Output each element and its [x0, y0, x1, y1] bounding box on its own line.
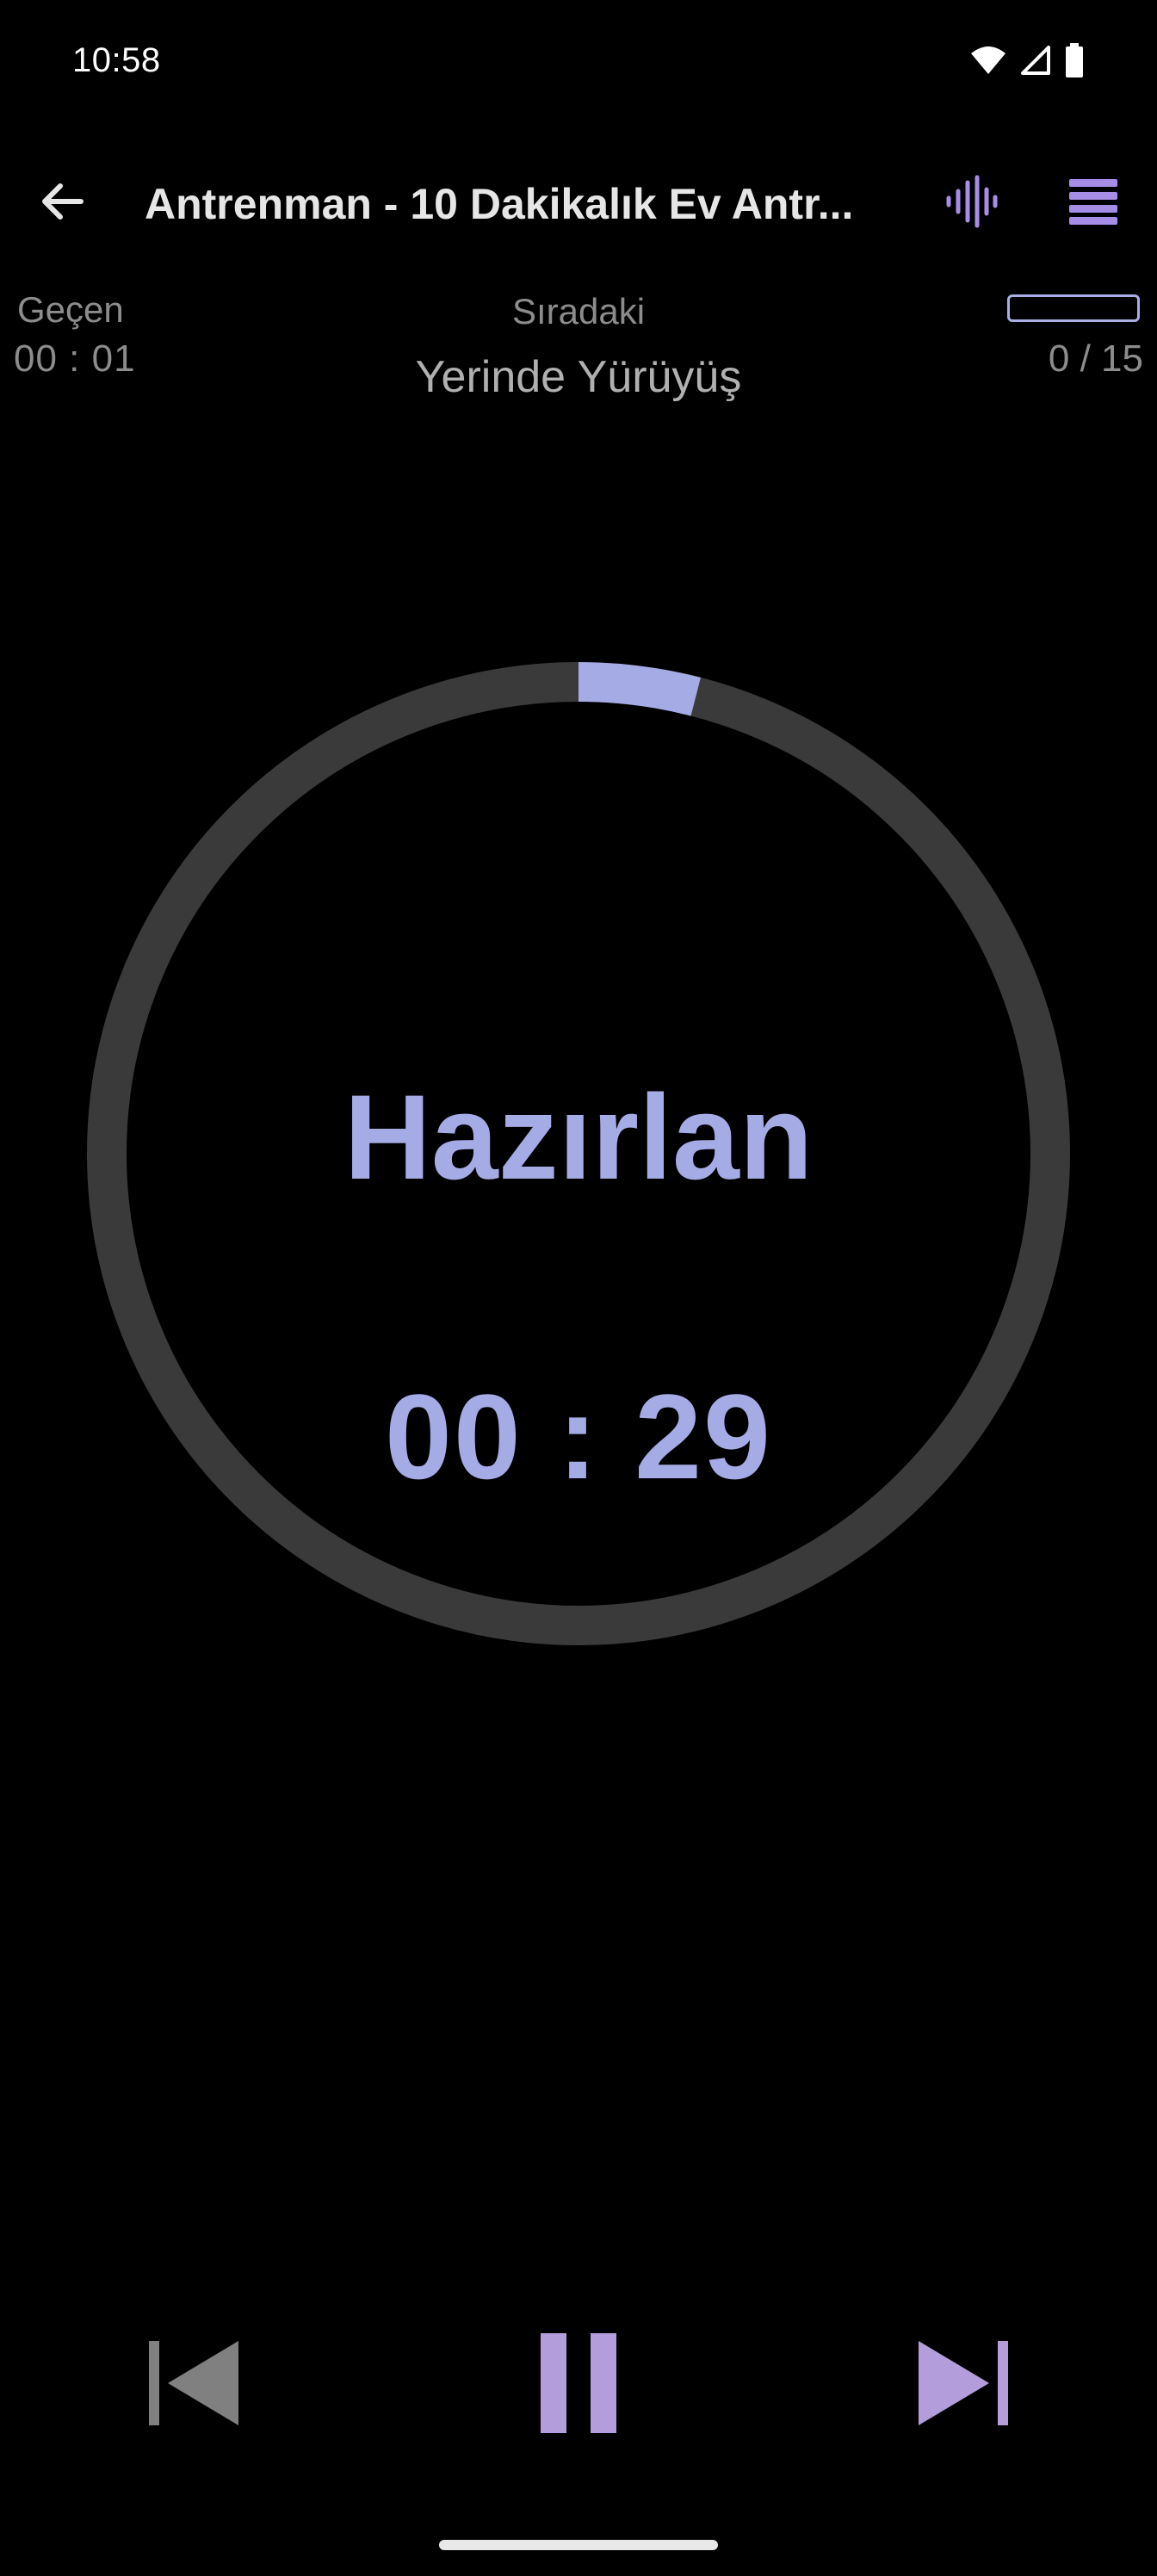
- app-bar: Antrenman - 10 Dakikalık Ev Antr...: [0, 155, 1157, 251]
- arrow-left-icon: [36, 176, 88, 232]
- sound-button[interactable]: [930, 162, 1012, 245]
- back-button[interactable]: [21, 162, 103, 245]
- cell-signal-icon: [1019, 44, 1052, 81]
- next-label: Sıradaki: [511, 291, 646, 331]
- phase-label: Hazırlan: [343, 1069, 814, 1204]
- pause-button[interactable]: [518, 2325, 639, 2445]
- status-bar: 10:58: [0, 0, 1157, 121]
- list-icon: [1067, 177, 1119, 230]
- exercise-list-button[interactable]: [1052, 162, 1135, 245]
- next-exercise-name: Yerinde Yürüyüş: [415, 352, 742, 402]
- status-icons: [969, 43, 1085, 82]
- countdown-timer: 00 : 29: [385, 1369, 772, 1504]
- home-indicator[interactable]: [439, 2540, 718, 2550]
- battery-icon: [1064, 43, 1085, 82]
- next-button[interactable]: [904, 2325, 1024, 2445]
- page-title: Antrenman - 10 Dakikalık Ev Antr...: [145, 180, 854, 228]
- sound-wave-icon: [944, 174, 999, 233]
- wifi-icon: [969, 45, 1007, 80]
- exercise-count: 0 / 15: [1048, 337, 1143, 380]
- skip-previous-icon: [145, 2336, 240, 2435]
- previous-button[interactable]: [133, 2325, 253, 2445]
- workout-progress-bar: [1007, 294, 1140, 322]
- status-time: 10:58: [72, 41, 161, 79]
- skip-next-icon: [917, 2336, 1012, 2435]
- playback-controls: [0, 2325, 1157, 2445]
- pause-icon: [537, 2331, 620, 2439]
